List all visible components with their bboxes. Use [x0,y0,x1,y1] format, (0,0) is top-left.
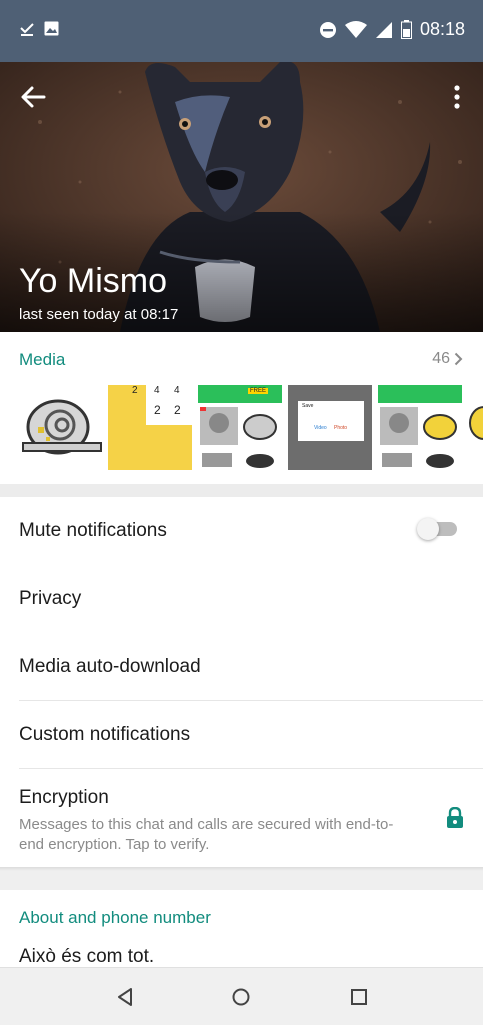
signal-icon [375,21,392,38]
media-thumbnail[interactable] [378,385,462,470]
snail-image [22,399,102,455]
encryption-row[interactable]: Encryption Messages to this chat and cal… [0,769,483,865]
dialog-option: Photo [334,425,348,431]
encryption-description: Messages to this chat and calls are secu… [19,816,394,853]
grid-cell: 2 [154,403,161,417]
chat-settings-list: Mute notifications Privacy Media auto-do… [0,497,483,865]
status-bar: 08:18 [0,0,483,62]
media-thumbnails: 2 4 4 2 2 FREE Save Video Photo [18,385,483,470]
grid-cell: 4 [174,385,180,396]
dialog-option: Video [314,425,327,431]
back-arrow-icon[interactable] [18,82,48,112]
media-count-link[interactable]: 46 [432,350,463,368]
media-section: Media 46 2 4 4 2 2 FREE Save Video Photo [0,332,483,484]
navigation-bar [0,967,483,1025]
custom-notifications-row[interactable]: Custom notifications [0,701,483,769]
section-separator [0,867,483,890]
media-thumbnail[interactable]: 2 4 4 2 2 [108,385,192,470]
wifi-icon [344,20,367,38]
mute-notifications-row[interactable]: Mute notifications [0,497,483,565]
section-separator [0,484,483,497]
mute-toggle[interactable] [417,518,457,540]
contact-name: Yo Mismo [19,262,168,300]
grid-cell: 2 [132,385,138,396]
about-section: About and phone number Això és com tot. [0,890,483,970]
media-title[interactable]: Media [19,350,65,370]
download-done-icon [20,22,34,36]
lock-icon [447,807,463,828]
recents-nav-icon[interactable] [349,987,369,1007]
mute-notifications-label: Mute notifications [19,520,167,541]
battery-icon [400,20,412,39]
do-not-disturb-icon [319,21,336,38]
more-options-icon[interactable] [447,82,467,112]
about-text[interactable]: Això és com tot. [19,946,154,968]
custom-notifications-label: Custom notifications [19,724,191,745]
image-icon [44,21,59,36]
media-count: 46 [432,350,450,367]
privacy-row[interactable]: Privacy [0,565,483,633]
chevron-right-icon [454,352,463,366]
back-nav-icon[interactable] [116,987,136,1007]
profile-header: Yo Mismo last seen today at 08:17 [0,62,483,332]
media-thumbnail[interactable]: FREE [198,385,282,470]
dialog-title: Save [302,403,314,409]
about-title: About and phone number [19,908,211,927]
media-auto-download-row[interactable]: Media auto-download [0,633,483,701]
encryption-title: Encryption [19,787,109,808]
media-auto-download-label: Media auto-download [19,656,201,677]
status-time: 08:18 [419,19,465,39]
last-seen-status: last seen today at 08:17 [19,306,179,323]
home-nav-icon[interactable] [231,987,251,1007]
privacy-label: Privacy [19,588,82,609]
media-thumbnail[interactable] [468,385,483,470]
grid-cell: 4 [154,385,160,396]
free-badge: FREE [248,388,269,394]
media-thumbnail[interactable] [18,385,102,470]
media-thumbnail[interactable]: Save Video Photo [288,385,372,470]
grid-cell: 2 [174,403,181,417]
